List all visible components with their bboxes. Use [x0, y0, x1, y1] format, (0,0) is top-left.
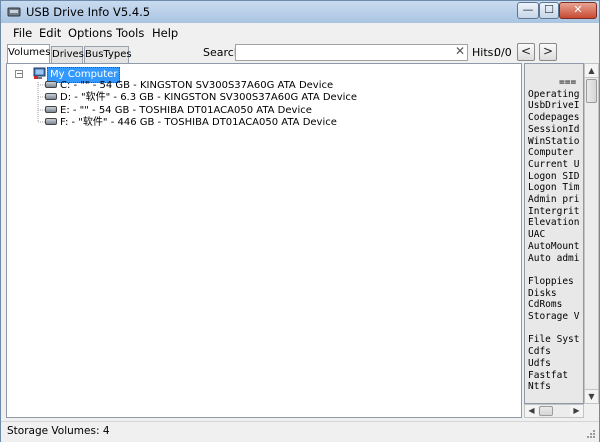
menu-help[interactable]: Help [152, 26, 178, 40]
info-vertical-scrollbar[interactable]: ▲ ▼ [584, 63, 599, 404]
info-line: Auto admi [528, 252, 580, 264]
tab-volumes[interactable]: Volumes [7, 44, 50, 63]
title-bar[interactable]: USB Drive Info V5.4.5 — ☐ ✕ [1, 1, 599, 23]
info-line: Disks [528, 287, 557, 299]
info-line: UAC [528, 229, 546, 241]
usb-drive-icon [7, 7, 21, 17]
menu-tools[interactable]: Tools [116, 26, 144, 40]
info-line: WinStatio [528, 135, 580, 147]
status-text: Storage Volumes: 4 [7, 425, 110, 437]
info-line: Computer [528, 147, 574, 159]
info-line: Current U [528, 158, 580, 170]
horizontal-scroll-thumb[interactable] [539, 406, 553, 416]
hard-drive-icon [45, 106, 57, 113]
previous-hit-button[interactable]: < [517, 43, 535, 61]
tab-bustypes[interactable]: BusTypes [84, 46, 132, 63]
minimize-button[interactable]: — [517, 2, 539, 19]
close-button[interactable]: ✕ [559, 2, 597, 19]
collapse-tree-button[interactable]: − [15, 70, 23, 78]
info-line: Intergrit [528, 205, 580, 217]
info-line: Elevation [528, 217, 580, 229]
window-title: USB Drive Info V5.4.5 [26, 5, 151, 19]
maximize-button[interactable]: ☐ [539, 2, 559, 19]
info-line: Udfs [528, 357, 551, 369]
info-line: Cdfs [528, 346, 551, 358]
info-line: Ntfs [528, 381, 551, 393]
info-line: AutoMount [528, 240, 580, 252]
info-line: Codepages [528, 112, 580, 124]
info-line: CdRoms [528, 299, 563, 311]
hard-drive-icon [45, 93, 57, 100]
clear-search-icon[interactable]: ✕ [455, 44, 465, 58]
info-line: UsbDriveI [528, 100, 580, 112]
scroll-right-button[interactable]: ▶ [570, 405, 583, 417]
scroll-down-button[interactable]: ▼ [585, 389, 598, 403]
menu-bar: File Edit Options Tools Help [1, 24, 599, 43]
search-input[interactable] [235, 44, 468, 61]
vertical-scroll-thumb[interactable] [586, 79, 597, 103]
info-line: === [559, 77, 577, 88]
app-window: USB Drive Info V5.4.5 — ☐ ✕ File Edit Op… [0, 0, 600, 442]
tab-drives[interactable]: Drives [51, 46, 84, 63]
tree-item-label: D: - "软件" - 6.3 GB - KINGSTON SV300S37A6… [60, 92, 358, 103]
hard-drive-icon [45, 81, 57, 88]
info-line: Operating [528, 88, 580, 100]
menu-options[interactable]: Options [68, 26, 112, 40]
toolbar: Volumes Drives BusTypes Search: ✕ Hits: … [1, 43, 599, 63]
next-hit-button[interactable]: > [539, 43, 557, 61]
info-line: Logon Tim [528, 182, 580, 194]
info-line: Fastfat [528, 369, 569, 381]
info-line: Storage V [528, 311, 580, 322]
menu-file[interactable]: File [13, 26, 32, 40]
tree-item-label: F: - "软件" - 446 GB - TOSHIBA DT01ACA050 … [60, 117, 337, 128]
info-line: SessionId [528, 123, 580, 135]
info-line: File Syst [528, 334, 580, 346]
info-line: Floppies [528, 275, 574, 287]
scroll-up-button[interactable]: ▲ [585, 64, 598, 78]
scroll-left-button[interactable]: ◀ [525, 405, 538, 417]
info-line: Admin pri [528, 194, 580, 205]
system-info-text[interactable]: === Operating UsbDriveI Codepages SessionId W… [524, 63, 584, 404]
volumes-tree[interactable]: − My Computer C: - "" - 54 GB - KINGSTON… [6, 63, 522, 418]
hits-count: 0/0 [494, 46, 512, 59]
status-bar: Storage Volumes: 4 [1, 421, 599, 442]
info-horizontal-scrollbar[interactable]: ◀ ▶ [524, 404, 584, 418]
menu-edit[interactable]: Edit [39, 26, 61, 40]
hard-drive-icon [45, 118, 57, 125]
computer-icon [33, 67, 46, 79]
resize-grip-icon[interactable] [586, 429, 596, 439]
info-line: Logon SID [528, 170, 580, 182]
